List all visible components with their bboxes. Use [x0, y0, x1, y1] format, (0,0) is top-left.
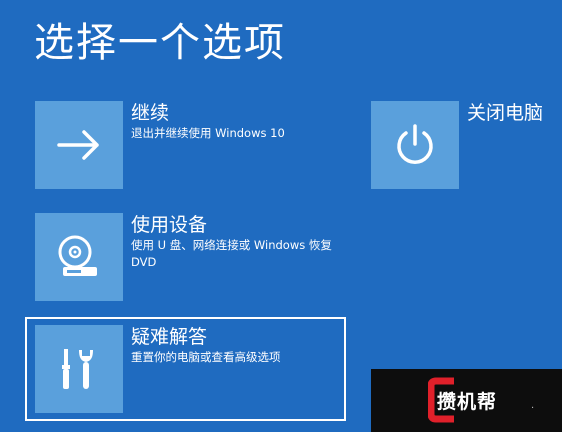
- continue-title: 继续: [131, 102, 170, 124]
- watermark-text: 攒机帮: [437, 391, 498, 413]
- watermark: 攒机帮 ·: [371, 369, 562, 432]
- continue-option[interactable]: 继续 退出并继续使用 Windows 10: [35, 101, 355, 189]
- shutdown-title: 关闭电脑: [467, 102, 544, 124]
- troubleshoot-description: 重置你的电脑或查看高级选项: [131, 350, 281, 364]
- power-icon: [397, 124, 433, 164]
- use-device-tile[interactable]: [35, 213, 123, 301]
- use-device-title: 使用设备: [131, 214, 208, 236]
- shutdown-option[interactable]: 关闭电脑: [371, 101, 561, 189]
- arrow-right-icon: [57, 130, 99, 160]
- use-device-description: 使用 U 盘、网络连接或 Windows 恢复 DVD: [131, 238, 332, 269]
- troubleshoot-tile[interactable]: [35, 325, 123, 413]
- watermark-dot: ·: [531, 403, 535, 414]
- troubleshoot-option[interactable]: 疑难解答 重置你的电脑或查看高级选项: [35, 325, 355, 413]
- shutdown-tile[interactable]: [371, 101, 459, 189]
- continue-tile[interactable]: [35, 101, 123, 189]
- continue-description: 退出并继续使用 Windows 10: [131, 126, 285, 140]
- troubleshoot-title: 疑难解答: [131, 326, 208, 348]
- page-title: 选择一个选项: [34, 20, 286, 66]
- tools-icon: [62, 349, 93, 389]
- disc-drive-icon: [58, 235, 97, 276]
- use-device-option[interactable]: 使用设备 使用 U 盘、网络连接或 Windows 恢复 DVD: [35, 213, 355, 301]
